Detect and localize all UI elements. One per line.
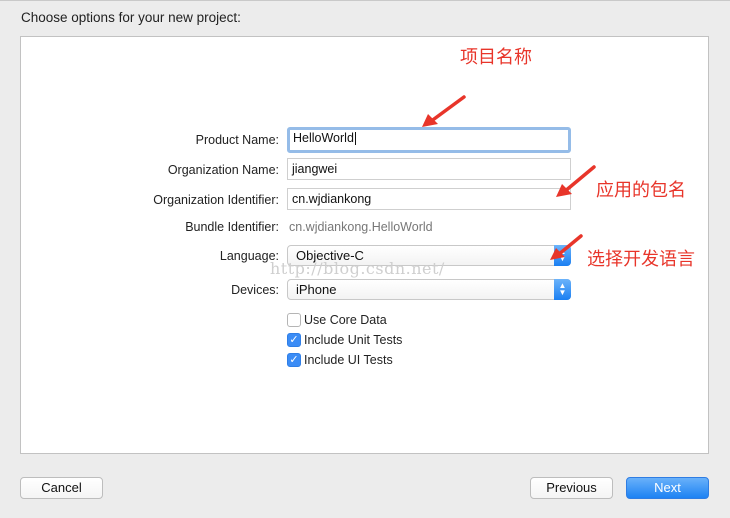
red-arrow-icon <box>422 95 466 127</box>
product-name-field[interactable]: HelloWorld <box>287 127 571 153</box>
red-arrow-icon <box>550 234 583 260</box>
include-unit-tests-checkbox[interactable]: ✓ Include Unit Tests <box>287 333 402 349</box>
include-ui-tests-checkbox[interactable]: ✓ Include UI Tests <box>287 353 393 369</box>
org-name-label: Organization Name: <box>167 163 279 177</box>
checkbox-label: Include UI Tests <box>304 353 393 367</box>
annotation-project-name: 项目名称 <box>460 47 532 68</box>
bundle-id-value: cn.wjdiankong.HelloWorld <box>289 220 433 234</box>
devices-label: Devices: <box>231 283 279 297</box>
product-name-value: HelloWorld <box>293 131 354 145</box>
org-id-label: Organization Identifier: <box>153 193 279 207</box>
text-caret <box>354 132 356 146</box>
watermark: http://blog.csdn.net/ <box>270 259 445 278</box>
red-arrow-icon <box>556 165 596 197</box>
dialog-title: Choose options for your new project: <box>21 10 241 25</box>
checkbox-box <box>287 313 301 327</box>
previous-button[interactable]: Previous <box>530 477 613 499</box>
up-down-stepper-icon: ▲▼ <box>554 279 571 300</box>
checkbox-label: Include Unit Tests <box>304 333 403 347</box>
checkmark-icon: ✓ <box>287 333 301 347</box>
org-name-field[interactable]: jiangwei <box>287 158 571 180</box>
bundle-id-label: Bundle Identifier: <box>185 220 279 234</box>
checkbox-label: Use Core Data <box>304 313 387 327</box>
org-id-field[interactable]: cn.wjdiankong <box>287 188 571 210</box>
annotation-dev-language: 选择开发语言 <box>587 249 695 270</box>
cancel-button[interactable]: Cancel <box>20 477 103 499</box>
use-core-data-checkbox[interactable]: Use Core Data <box>287 313 387 329</box>
window-top-edge <box>0 0 730 1</box>
annotation-package-name: 应用的包名 <box>596 180 686 201</box>
product-name-label: Product Name: <box>195 133 279 147</box>
next-button[interactable]: Next <box>626 477 709 499</box>
devices-value: iPhone <box>296 282 337 297</box>
language-label: Language: <box>219 249 279 263</box>
devices-popup[interactable]: iPhone ▲ ▼ <box>287 279 571 300</box>
checkmark-icon: ✓ <box>287 353 301 367</box>
